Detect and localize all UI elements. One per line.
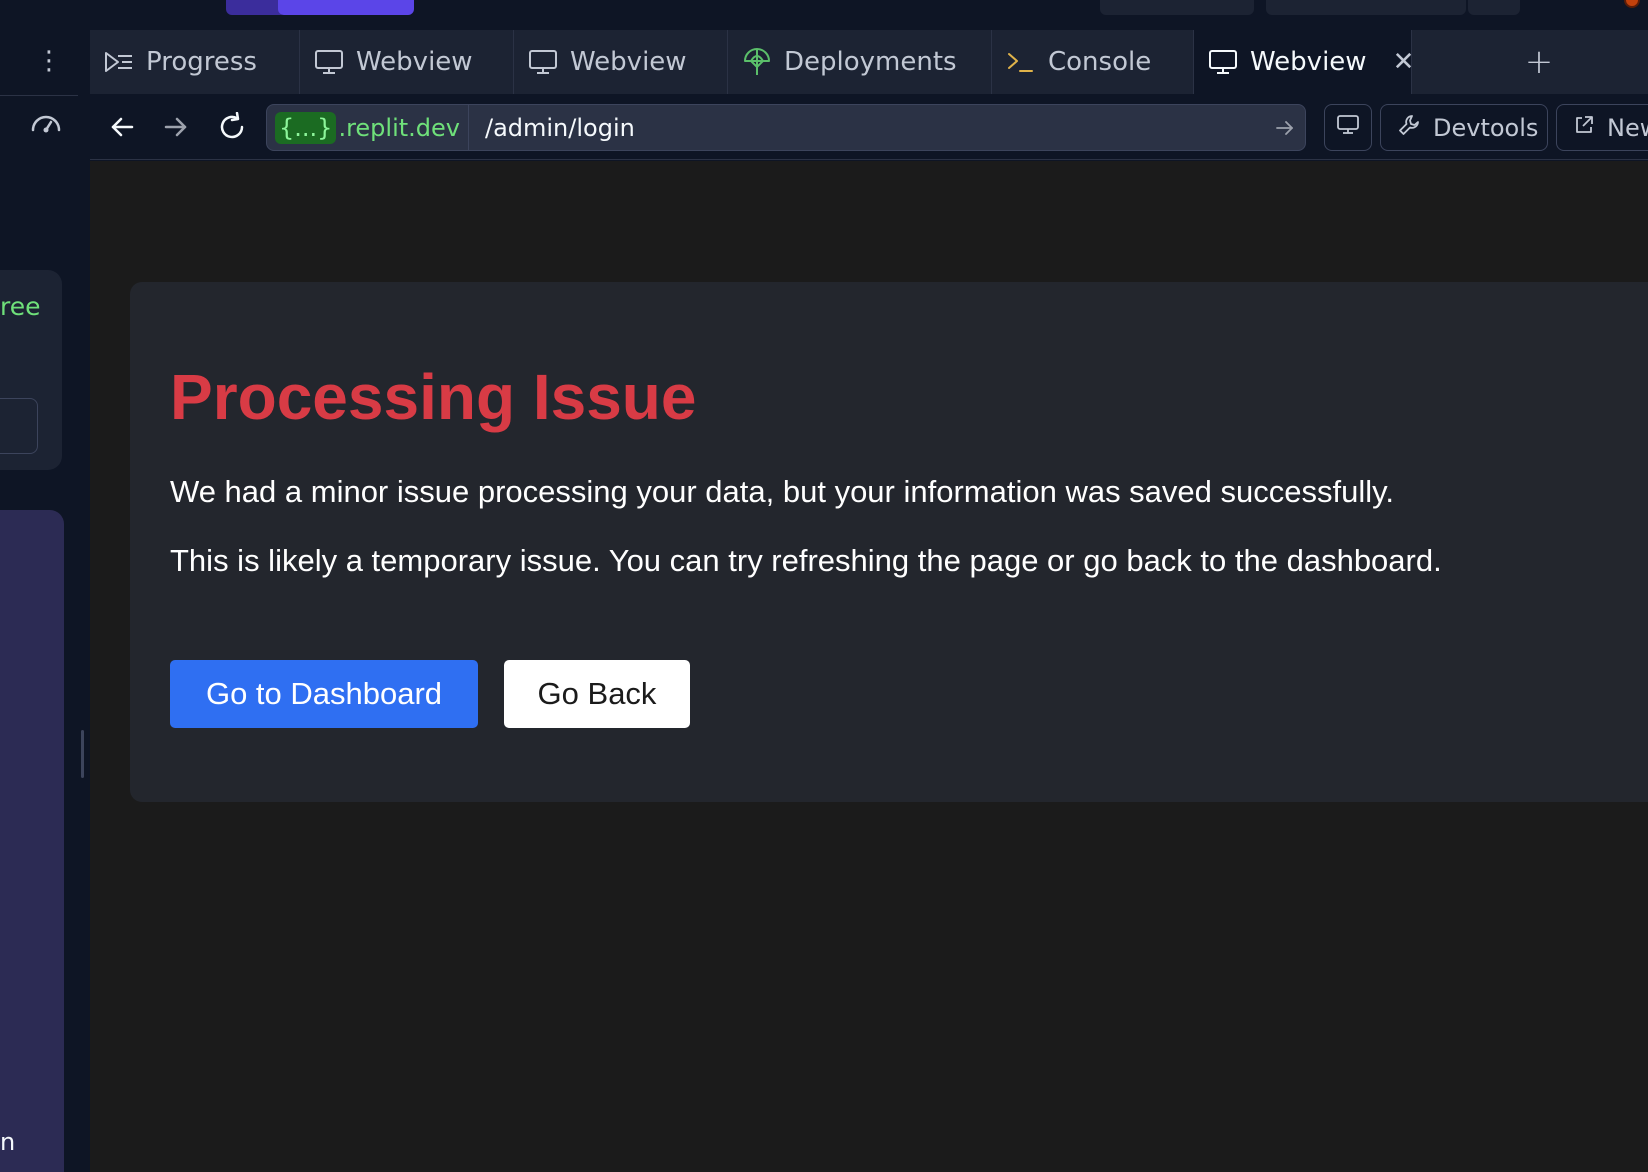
- wrench-icon: [1397, 113, 1421, 143]
- browser-toolbar: {...} .replit.dev /admin/login Devtools …: [90, 94, 1648, 160]
- progress-icon: [104, 47, 134, 77]
- tab-webview-active[interactable]: Webview ✕: [1194, 30, 1415, 94]
- left-panel: ⋮ ree n: [0, 30, 78, 1172]
- url-host-badge: {...}: [275, 111, 337, 144]
- go-arrow-icon[interactable]: [1265, 119, 1305, 137]
- top-strip: [0, 0, 1648, 30]
- tab-progress[interactable]: Progress: [90, 30, 300, 94]
- tab-bar: Progress Webview Webview Deployments Con…: [90, 30, 1648, 94]
- deployments-icon: [742, 47, 772, 77]
- device-preview-button[interactable]: [1324, 104, 1372, 151]
- tab-label: Deployments: [784, 47, 957, 77]
- go-back-button[interactable]: Go Back: [504, 660, 690, 728]
- external-link-icon: [1573, 114, 1595, 142]
- top-control[interactable]: [1266, 0, 1466, 15]
- side-card-text: ree: [0, 292, 41, 321]
- tab-console[interactable]: Console: [992, 30, 1194, 94]
- url-bar[interactable]: {...} .replit.dev /admin/login: [266, 104, 1306, 151]
- monitor-icon: [1208, 47, 1238, 77]
- gauge-icon[interactable]: [28, 110, 64, 140]
- terminal-icon: [1006, 47, 1036, 77]
- error-message: We had a minor issue processing your dat…: [170, 474, 1394, 509]
- tab-label: Progress: [146, 47, 257, 77]
- url-host-domain: .replit.dev: [338, 113, 460, 142]
- plus-icon[interactable]: +: [1514, 30, 1564, 94]
- tab-deployments[interactable]: Deployments: [728, 30, 992, 94]
- refresh-icon[interactable]: [212, 107, 252, 147]
- back-arrow-icon[interactable]: [102, 107, 142, 147]
- tab-webview[interactable]: Webview: [300, 30, 514, 94]
- devtools-button[interactable]: Devtools: [1380, 104, 1548, 151]
- error-card: Processing Issue We had a minor issue pr…: [130, 282, 1648, 802]
- monitor-icon: [1336, 114, 1360, 142]
- monitor-icon: [528, 47, 558, 77]
- top-control[interactable]: [1468, 0, 1520, 15]
- side-card-input[interactable]: [0, 398, 38, 454]
- tab-label: Webview: [570, 47, 687, 77]
- top-tab-indicator-active[interactable]: [278, 0, 414, 15]
- error-hint: This is likely a temporary issue. You ca…: [170, 543, 1442, 578]
- side-card-secondary: [0, 510, 64, 1172]
- top-control[interactable]: [1100, 0, 1254, 15]
- tab-label: Console: [1048, 47, 1152, 77]
- forward-arrow-icon[interactable]: [156, 107, 196, 147]
- close-icon[interactable]: ✕: [1393, 47, 1415, 77]
- page-title: Processing Issue: [170, 361, 697, 433]
- side-card-text: n: [0, 1128, 16, 1156]
- webview-content: Processing Issue We had a minor issue pr…: [90, 161, 1648, 1172]
- monitor-icon: [314, 47, 344, 77]
- devtools-label: Devtools: [1433, 113, 1539, 142]
- notification-dot[interactable]: [1624, 0, 1640, 8]
- kebab-menu-icon[interactable]: ⋮: [36, 48, 62, 78]
- divider: [0, 95, 78, 96]
- top-tab-indicator[interactable]: [226, 0, 286, 15]
- tab-label: Webview: [356, 47, 473, 77]
- tab-label: Webview: [1250, 47, 1367, 77]
- go-to-dashboard-button[interactable]: Go to Dashboard: [170, 660, 478, 728]
- new-tab-label: New: [1607, 113, 1648, 142]
- tab-webview[interactable]: Webview: [514, 30, 728, 94]
- open-new-tab-button[interactable]: New: [1556, 104, 1648, 151]
- url-path-input[interactable]: /admin/login: [469, 114, 1265, 142]
- resize-handle[interactable]: [81, 730, 84, 778]
- url-host: {...} .replit.dev: [267, 105, 469, 150]
